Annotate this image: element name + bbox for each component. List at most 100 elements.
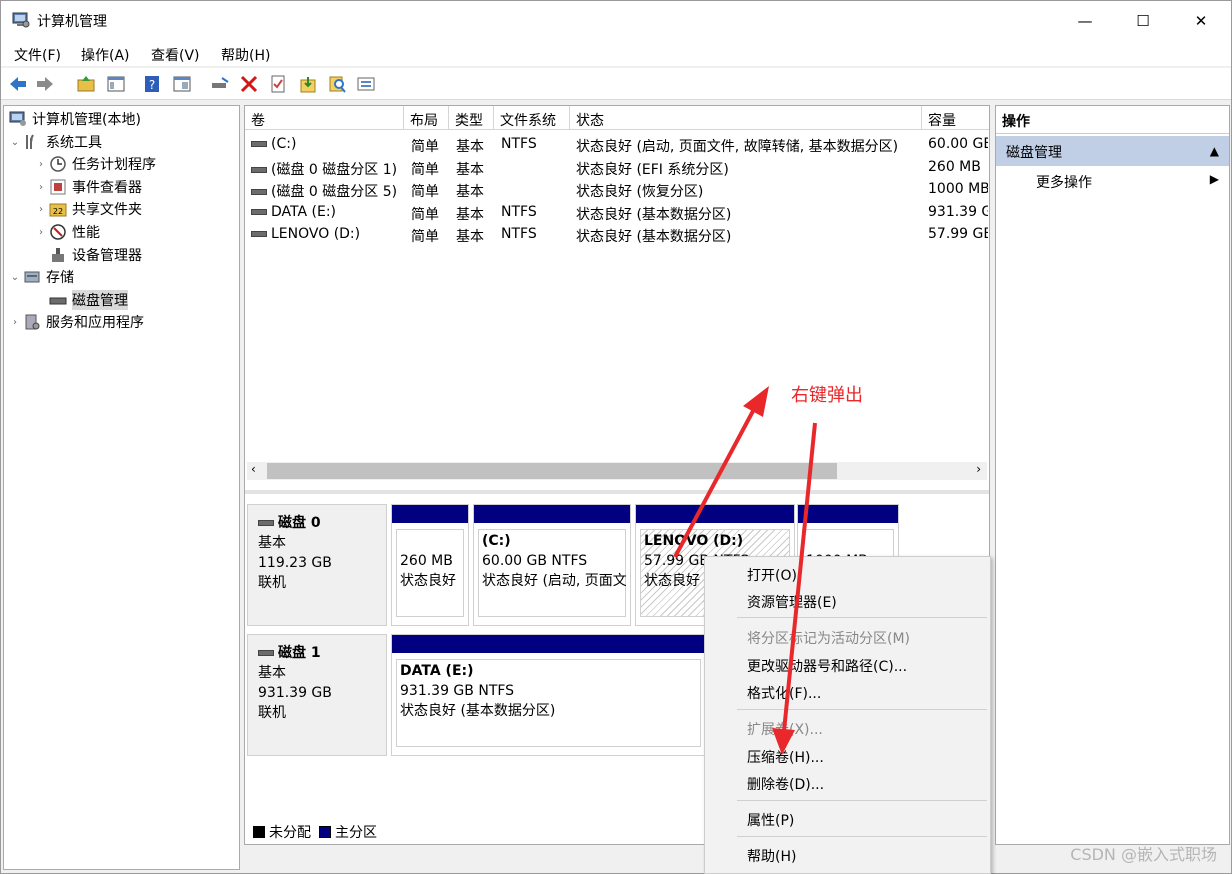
tree-item-task-scheduler[interactable]: › 任务计划程序	[34, 153, 156, 175]
volume-icon	[251, 208, 267, 215]
disk-type: 基本	[258, 535, 286, 551]
up-folder-icon[interactable]	[75, 73, 97, 95]
partition-line: 状态良好 (基本数据分区)	[400, 703, 556, 719]
cell-type: 基本	[456, 161, 484, 178]
tree-label: 任务计划程序	[72, 157, 156, 173]
partition-line: (C:)	[482, 533, 511, 549]
context-menu-item[interactable]: 资源管理器(E)	[747, 592, 837, 612]
tree-item-storage[interactable]: ⌄ 存储	[8, 266, 74, 288]
volume-icon	[251, 141, 267, 147]
connect-icon[interactable]	[209, 73, 231, 95]
disk-label[interactable]: 磁盘 1 基本 931.39 GB 联机	[247, 634, 387, 756]
cell-capacity: 60.00 GB	[928, 136, 988, 152]
tools-icon	[22, 133, 42, 151]
actions-section-disk-management[interactable]: 磁盘管理 ▲	[996, 136, 1229, 166]
tree-item-disk-management[interactable]: 磁盘管理	[48, 289, 128, 311]
volume-name: (C:)	[271, 136, 297, 152]
legend-unallocated-label: 未分配	[269, 825, 311, 841]
scrollbar-thumb[interactable]	[267, 463, 837, 479]
menu-separator	[737, 836, 987, 837]
partition-info: DATA (E:) 931.39 GB NTFS 状态良好 (基本数据分区)	[400, 661, 701, 721]
disk-label[interactable]: 磁盘 0 基本 119.23 GB 联机	[247, 504, 387, 626]
context-menu-item[interactable]: 打开(O)	[747, 565, 797, 585]
partition-line: LENOVO (D:)	[644, 533, 744, 549]
chevron-right-icon[interactable]: ›	[34, 204, 48, 215]
import-icon[interactable]	[297, 73, 319, 95]
minimize-button[interactable]: —	[1062, 1, 1108, 41]
chevron-right-icon[interactable]: ›	[34, 159, 48, 170]
table-row[interactable]: DATA (E:) 简单基本 NTFS 状态良好 (基本数据分区) 931.39 GB	[245, 202, 989, 224]
tree-item-root[interactable]: 计算机管理(本地)	[8, 108, 141, 130]
chevron-right-icon[interactable]: ›	[34, 227, 48, 238]
context-menu-item[interactable]: 格式化(F)...	[747, 683, 821, 703]
search-icon[interactable]	[326, 73, 348, 95]
scroll-left-icon[interactable]: ‹	[251, 462, 256, 476]
partition-line: 260 MB	[400, 553, 453, 569]
toolbar: ?	[1, 68, 1231, 100]
tree-label: 设备管理器	[72, 248, 142, 264]
cell-status: 状态良好 (基本数据分区)	[576, 206, 732, 223]
delete-icon[interactable]	[238, 73, 260, 95]
menu-view[interactable]: 查看(V)	[151, 45, 200, 65]
context-menu-item[interactable]: 更改驱动器号和路径(C)...	[747, 656, 907, 676]
column-header-status[interactable]: 状态	[570, 106, 922, 130]
tree-item-system-tools[interactable]: ⌄ 系统工具	[8, 131, 102, 153]
partition-bar	[474, 505, 630, 523]
context-menu-item[interactable]: 帮助(H)	[747, 846, 796, 866]
tree-item-event-viewer[interactable]: › 事件查看器	[34, 176, 142, 198]
tree-label: 系统工具	[46, 135, 102, 151]
show-hide-tree-icon[interactable]	[105, 73, 127, 95]
scroll-right-icon[interactable]: ›	[976, 462, 981, 476]
disk-title: 磁盘 0	[278, 515, 321, 531]
chevron-down-icon[interactable]: ⌄	[8, 272, 22, 283]
table-row[interactable]: (磁盘 0 磁盘分区 1) 简单 基本 状态良好 (EFI 系统分区) 260 MB	[245, 157, 989, 179]
help-icon[interactable]: ?	[141, 73, 163, 95]
horizontal-scrollbar[interactable]: ‹ ›	[247, 462, 987, 480]
tree-item-services[interactable]: › 服务和应用程序	[8, 311, 144, 333]
title-bar[interactable]: 计算机管理 — ☐ ✕	[1, 1, 1231, 41]
collapse-up-icon[interactable]: ▲	[1210, 144, 1219, 158]
cell-status: 状态良好 (EFI 系统分区)	[576, 161, 729, 178]
context-menu-item[interactable]: 压缩卷(H)...	[747, 747, 824, 767]
context-menu-item[interactable]: 属性(P)	[747, 810, 794, 830]
cell-fs: NTFS	[501, 226, 537, 242]
list-icon[interactable]	[355, 73, 377, 95]
annotation-text: 右键弹出	[791, 385, 863, 406]
back-icon[interactable]	[7, 73, 29, 95]
computer-management-window: 计算机管理 — ☐ ✕ 文件(F) 操作(A) 查看(V) 帮助(H) ? 计算…	[0, 0, 1232, 874]
menu-action[interactable]: 操作(A)	[81, 45, 130, 65]
partition-block[interactable]: (C:) 60.00 GB NTFS 状态良好 (启动, 页面文	[473, 504, 631, 626]
close-button[interactable]: ✕	[1178, 1, 1224, 41]
column-header-capacity[interactable]: 容量	[922, 106, 989, 130]
table-row[interactable]: (C:) 简单 基本 NTFS 状态良好 (启动, 页面文件, 故障转储, 基本数据分区…	[245, 134, 989, 156]
context-menu-item[interactable]: 删除卷(D)...	[747, 774, 824, 794]
cell-capacity: 57.99 GB	[928, 226, 988, 242]
close-icon: ✕	[1194, 12, 1208, 30]
more-actions-item[interactable]: 更多操作	[1036, 172, 1092, 192]
tree-item-device-manager[interactable]: 设备管理器	[48, 244, 142, 266]
menu-help[interactable]: 帮助(H)	[221, 45, 270, 65]
tree-item-shared-folders[interactable]: › 22 共享文件夹	[34, 198, 142, 220]
chevron-right-icon[interactable]: ›	[8, 317, 22, 328]
partition-bar	[636, 505, 794, 523]
partition-block[interactable]: DATA (E:) 931.39 GB NTFS 状态良好 (基本数据分区)	[391, 634, 706, 756]
chevron-down-icon[interactable]: ⌄	[8, 137, 22, 148]
tree-item-performance[interactable]: › 性能	[34, 221, 100, 243]
cell-layout: 简单	[411, 229, 439, 245]
chevron-right-icon[interactable]: ›	[34, 182, 48, 193]
disk-icon	[258, 520, 274, 526]
partition-block[interactable]: 260 MB 状态良好	[391, 504, 469, 626]
column-header-type[interactable]: 类型	[449, 106, 494, 130]
properties-icon[interactable]	[171, 73, 193, 95]
services-icon	[22, 313, 42, 331]
column-header-volume[interactable]: 卷	[245, 106, 404, 130]
maximize-button[interactable]: ☐	[1120, 1, 1166, 41]
forward-icon[interactable]	[34, 73, 56, 95]
table-row[interactable]: (磁盘 0 磁盘分区 5) 简单 基本 状态良好 (恢复分区) 1000 MB	[245, 179, 989, 201]
menu-file[interactable]: 文件(F)	[14, 45, 61, 65]
disk-state: 联机	[258, 705, 286, 721]
table-row[interactable]: LENOVO (D:) 简单 基本 NTFS 状态良好 (基本数据分区) 57.99 GB	[245, 224, 989, 246]
column-header-filesystem[interactable]: 文件系统	[494, 106, 570, 130]
checklist-icon[interactable]	[267, 73, 289, 95]
column-header-layout[interactable]: 布局	[404, 106, 449, 130]
